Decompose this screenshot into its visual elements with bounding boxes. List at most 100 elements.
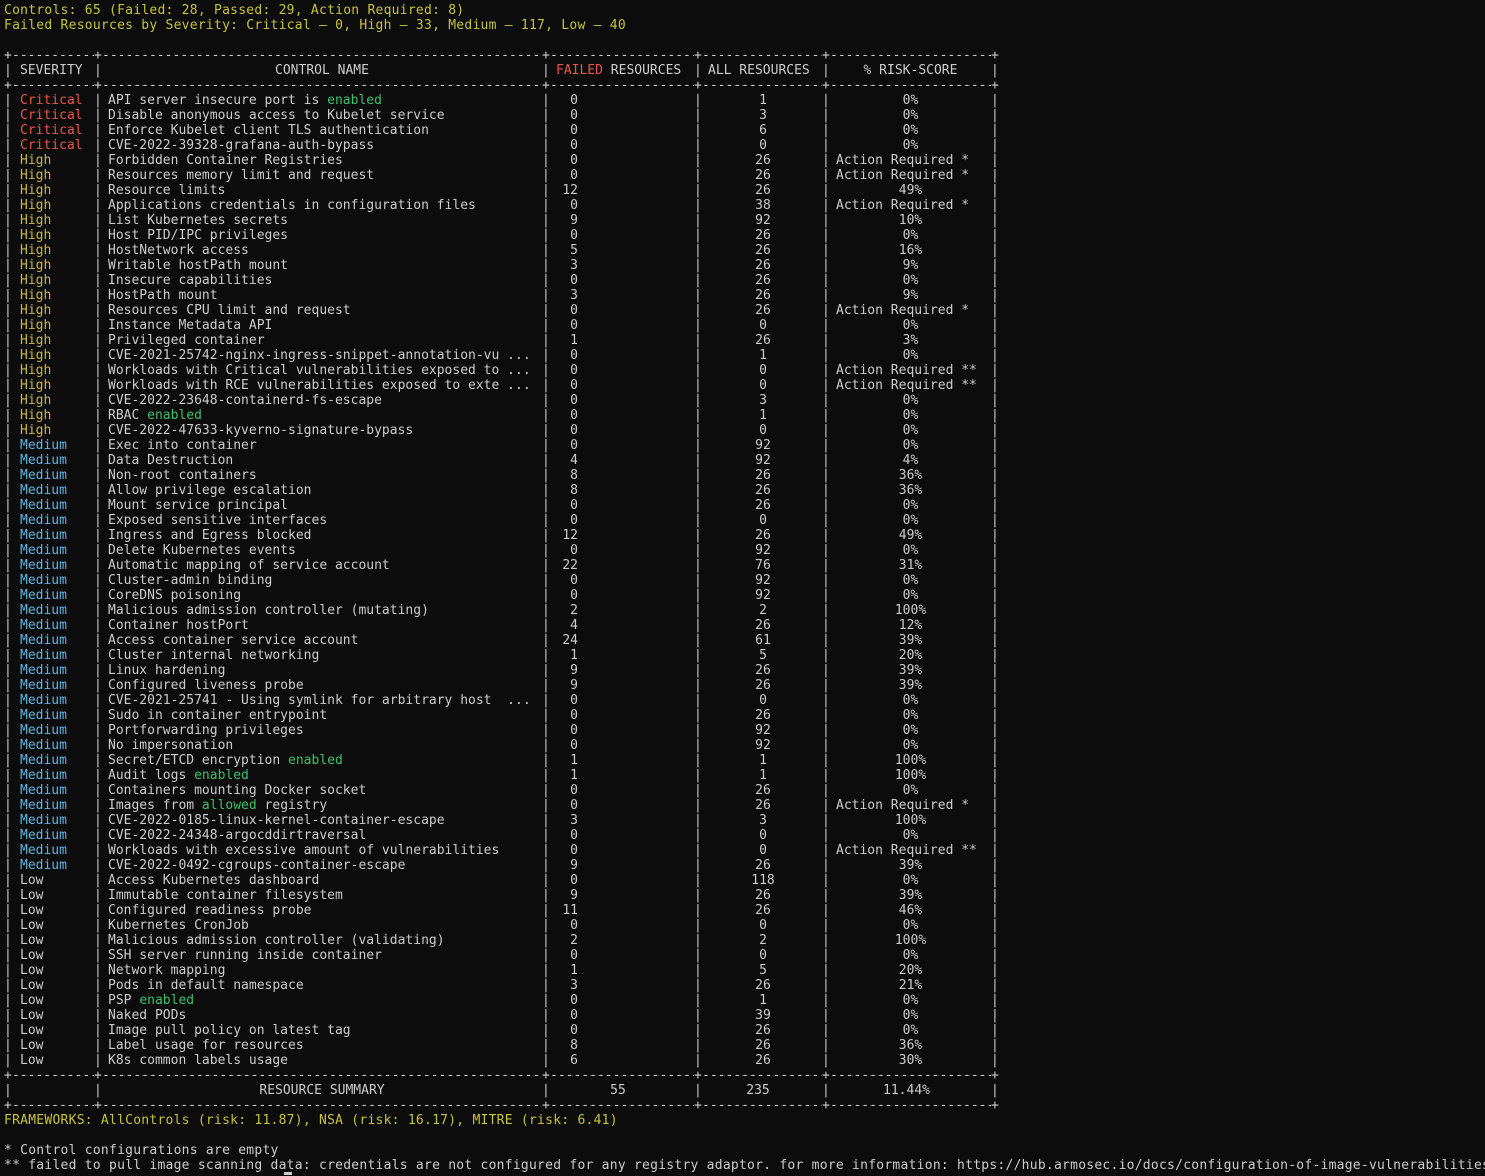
risk-score-cell: 0% — [902, 723, 919, 738]
control-name-cell: Naked PODs — [108, 1008, 540, 1023]
control-name-text: Malicious admission controller (mutating… — [108, 603, 429, 618]
column-divider: | — [4, 558, 12, 573]
table-row: | | | | | | Medium Configured liveness probe 9 26… — [4, 678, 999, 693]
column-divider: | — [542, 858, 550, 873]
failed-resources-cell: 1 — [570, 648, 578, 663]
column-divider: | — [542, 528, 550, 543]
severity-cell: Medium — [20, 498, 67, 513]
control-name-highlight: enabled — [147, 408, 202, 423]
column-divider: | — [694, 303, 702, 318]
table-top-border: +---------------------------------------… — [4, 48, 999, 63]
column-divider: | — [542, 603, 550, 618]
column-divider: | — [694, 783, 702, 798]
risk-score-cell: 0% — [902, 948, 919, 963]
risk-score-cell: Action Required * — [836, 153, 970, 168]
control-name-cell: Container hostPort — [108, 618, 540, 633]
column-divider: | — [822, 258, 830, 273]
risk-score-cell: 0% — [902, 108, 919, 123]
table-row: | | | | | | High Resources memory limit and req… — [4, 168, 999, 183]
column-divider: | — [694, 663, 702, 678]
control-name-cell: CVE-2022-0185-linux-kernel-container-esc… — [108, 813, 540, 828]
column-divider: | — [694, 753, 702, 768]
column-divider: | — [4, 948, 12, 963]
severity-cell: Medium — [20, 558, 67, 573]
column-divider: | — [991, 588, 999, 603]
all-resources-cell: 26 — [755, 288, 771, 303]
column-divider: | — [822, 918, 830, 933]
control-name-text: PSP — [108, 993, 140, 1008]
column-divider: | — [94, 558, 102, 573]
risk-score-cell: 100% — [894, 768, 927, 783]
column-divider: | — [694, 723, 702, 738]
table-row: | | | | | | High List Kubernetes secrets 9 92 10% — [4, 213, 999, 228]
table-row: | | | | | | Medium Data Destruction 4 92 4% — [4, 453, 999, 468]
column-divider: | — [822, 678, 830, 693]
control-name-text: Audit logs — [108, 768, 195, 783]
all-resources-cell: 92 — [755, 573, 771, 588]
all-resources-cell: 26 — [755, 663, 771, 678]
column-divider: | — [694, 738, 702, 753]
column-divider: | — [4, 588, 12, 603]
failed-resources-cell: 0 — [570, 318, 578, 333]
control-name-cell: CVE-2021-25741 - Using symlink for arbit… — [108, 693, 540, 708]
control-name-text: CVE-2021-25741 - Using symlink for arbit… — [108, 693, 531, 708]
all-resources-cell: 118 — [751, 873, 775, 888]
control-name-cell: List Kubernetes secrets — [108, 213, 540, 228]
column-divider: | — [822, 723, 830, 738]
column-divider: | — [694, 408, 702, 423]
control-name-text: Containers mounting Docker socket — [108, 783, 367, 798]
control-name-cell: Image pull policy on latest tag — [108, 1023, 540, 1038]
failed-resources-cell: 12 — [562, 183, 578, 198]
column-divider: | — [94, 828, 102, 843]
column-divider: | — [991, 123, 999, 138]
column-divider: | — [4, 468, 12, 483]
column-divider: | — [4, 228, 12, 243]
column-divider: | — [991, 423, 999, 438]
column-divider: | — [542, 318, 550, 333]
severity-cell: High — [20, 408, 52, 423]
all-resources-cell: 0 — [759, 693, 767, 708]
risk-score-cell: 0% — [902, 588, 919, 603]
all-resources-cell: 26 — [755, 708, 771, 723]
header-risk-score: % RISK-SCORE — [863, 63, 958, 78]
column-divider: | — [4, 528, 12, 543]
table-row: | | | | | | Low Image pull policy on latest tag… — [4, 1023, 999, 1038]
column-divider: | — [542, 483, 550, 498]
control-name-cell: Writable hostPath mount — [108, 258, 540, 273]
column-divider: | — [991, 963, 999, 978]
column-divider: | — [94, 588, 102, 603]
column-divider: | — [991, 783, 999, 798]
table-row: | | | | | | High Privileged container 1 26 3% — [4, 333, 999, 348]
failed-resources-cell: 0 — [570, 723, 578, 738]
column-divider: | — [822, 1008, 830, 1023]
column-divider: | — [822, 828, 830, 843]
frameworks-summary: FRAMEWORKS: AllControls (risk: 11.87), N… — [4, 1113, 618, 1128]
severity-cell: Low — [20, 933, 44, 948]
column-divider: | — [4, 243, 12, 258]
column-divider: | — [4, 138, 12, 153]
column-divider: | — [4, 363, 12, 378]
column-divider: | — [991, 1008, 999, 1023]
column-divider: | — [542, 678, 550, 693]
column-divider: | — [822, 648, 830, 663]
column-divider: | — [542, 258, 550, 273]
failed-resources-cell: 0 — [570, 543, 578, 558]
table-row: | | | | | | High Workloads with RCE vulnerabili… — [4, 378, 999, 393]
control-name-text: Secret/ETCD encryption — [108, 753, 289, 768]
column-divider: | — [542, 108, 550, 123]
severity-summary: Failed Resources by Severity: Critical —… — [4, 18, 626, 33]
failed-resources-cell: 0 — [570, 918, 578, 933]
risk-score-cell: 0% — [902, 873, 919, 888]
column-divider: | — [94, 423, 102, 438]
control-name-text: Configured readiness probe — [108, 903, 312, 918]
severity-cell: Medium — [20, 693, 67, 708]
control-name-cell: Sudo in container entrypoint — [108, 708, 540, 723]
failed-resources-cell: 0 — [570, 423, 578, 438]
column-divider: | — [94, 843, 102, 858]
all-resources-cell: 92 — [755, 543, 771, 558]
all-resources-cell: 92 — [755, 453, 771, 468]
table-row: | | | | | | Medium Access container service acc… — [4, 633, 999, 648]
column-divider: | — [822, 978, 830, 993]
all-resources-cell: 0 — [759, 828, 767, 843]
control-name-cell: Exec into container — [108, 438, 540, 453]
